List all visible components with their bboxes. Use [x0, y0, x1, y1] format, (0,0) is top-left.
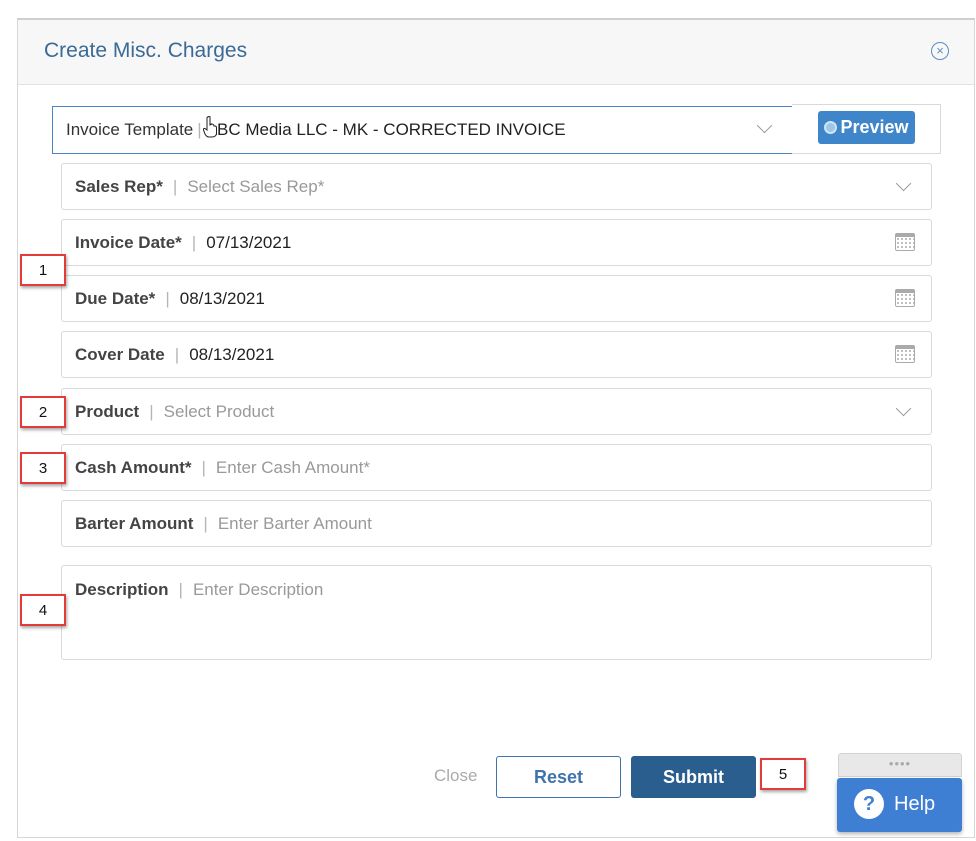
help-drag-handle[interactable]: •••• [838, 753, 962, 777]
question-icon: ? [854, 789, 884, 819]
due-date-field[interactable]: Due Date* | 08/13/2021 [61, 275, 932, 322]
product-placeholder: Select Product [163, 402, 275, 421]
close-button[interactable]: Close [434, 766, 477, 786]
close-icon[interactable]: × [931, 42, 949, 60]
invoice-date-label: Invoice Date* [75, 233, 182, 252]
barter-amount-placeholder: Enter Barter Amount [217, 514, 372, 533]
description-placeholder: Enter Description [192, 580, 324, 599]
cash-amount-field[interactable]: Cash Amount* | Enter Cash Amount* [61, 444, 932, 491]
calendar-icon[interactable] [895, 345, 915, 363]
magnifier-icon [824, 120, 838, 134]
callout-marker: 5 [760, 758, 806, 790]
invoice-template-value: ABC Media LLC - MK - CORRECTED INVOICE [205, 120, 566, 139]
invoice-date-field[interactable]: Invoice Date* | 07/13/2021 [61, 219, 932, 266]
calendar-icon[interactable] [895, 233, 915, 251]
reset-button[interactable]: Reset [496, 756, 621, 798]
callout-marker: 4 [20, 594, 66, 626]
sales-rep-select[interactable]: Sales Rep* | Select Sales Rep* [61, 163, 932, 210]
cover-date-label: Cover Date [75, 345, 165, 364]
chevron-down-icon [895, 400, 912, 417]
callout-marker: 2 [20, 396, 66, 428]
barter-amount-field[interactable]: Barter Amount | Enter Barter Amount [61, 500, 932, 547]
sales-rep-placeholder: Select Sales Rep* [187, 177, 325, 196]
cash-amount-label: Cash Amount* [75, 458, 192, 477]
sales-rep-label: Sales Rep* [75, 177, 163, 196]
preview-button[interactable]: Preview [818, 111, 915, 144]
chevron-down-icon [756, 117, 773, 134]
callout-marker: 1 [20, 254, 66, 286]
cash-amount-placeholder: Enter Cash Amount* [215, 458, 370, 477]
dialog-header: Create Misc. Charges × [18, 20, 974, 85]
callout-marker: 3 [20, 452, 66, 484]
due-date-value: 08/13/2021 [179, 289, 265, 308]
description-label: Description [75, 580, 169, 599]
help-button[interactable]: ? Help [837, 778, 962, 832]
product-select[interactable]: Product | Select Product [61, 388, 932, 435]
description-textarea[interactable]: Description | Enter Description [61, 565, 932, 660]
product-label: Product [75, 402, 140, 421]
barter-amount-label: Barter Amount [75, 514, 194, 533]
hand-cursor-icon [203, 116, 217, 138]
calendar-icon[interactable] [895, 289, 915, 307]
help-label: Help [894, 793, 936, 815]
cover-date-value: 08/13/2021 [189, 345, 275, 364]
chevron-down-icon [895, 175, 912, 192]
invoice-template-select[interactable]: Invoice Template | ABC Media LLC - MK - CO… [52, 106, 793, 154]
due-date-label: Due Date* [75, 289, 156, 308]
invoice-template-label: Invoice Template [66, 120, 194, 139]
dialog-title: Create Misc. Charges [44, 39, 248, 62]
cover-date-field[interactable]: Cover Date | 08/13/2021 [61, 331, 932, 378]
invoice-date-value: 07/13/2021 [206, 233, 292, 252]
submit-button[interactable]: Submit [631, 756, 756, 798]
